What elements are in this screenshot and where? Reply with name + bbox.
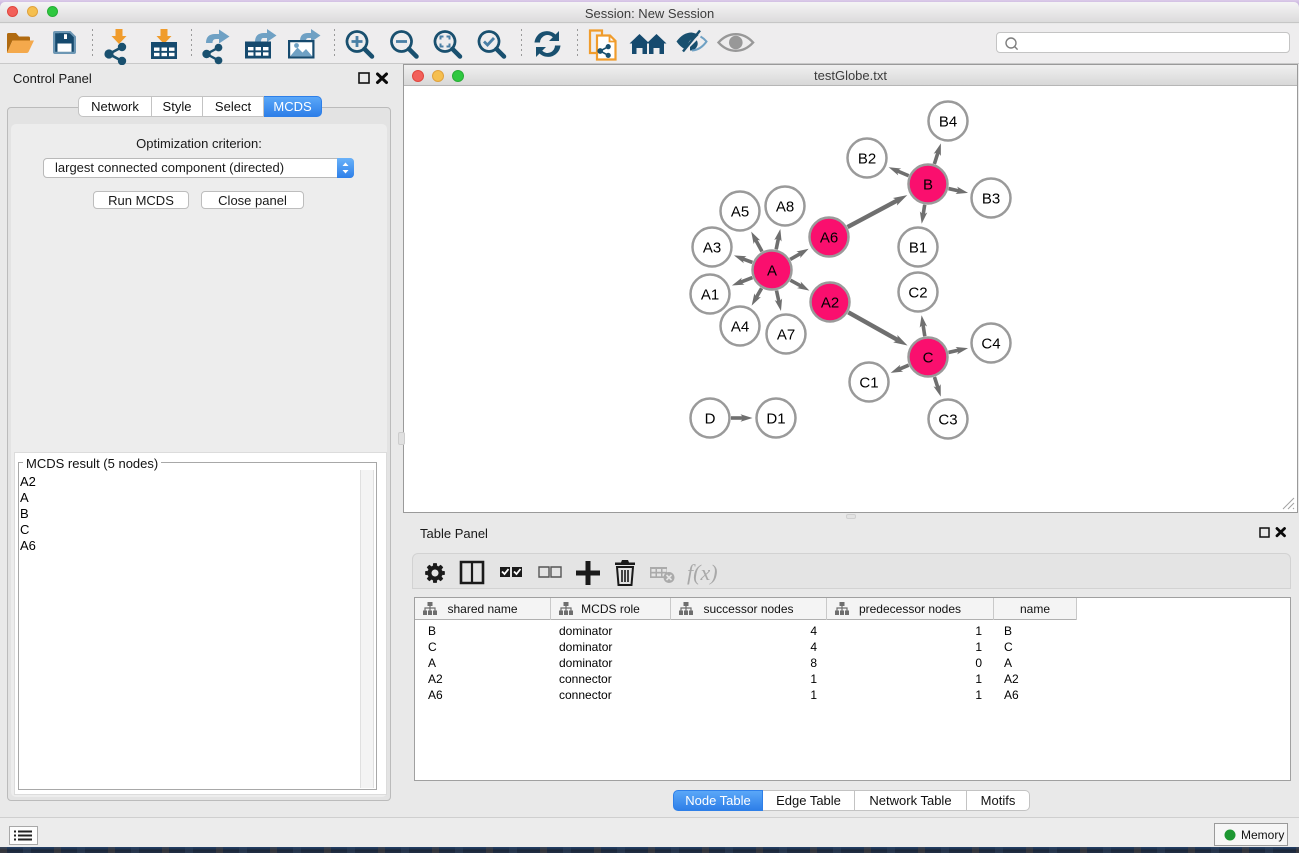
svg-text:D1: D1 xyxy=(766,411,785,428)
svg-text:A6: A6 xyxy=(820,230,838,247)
svg-text:D: D xyxy=(705,411,716,428)
svg-text:C: C xyxy=(923,350,934,367)
svg-text:A1: A1 xyxy=(701,287,719,304)
svg-text:C1: C1 xyxy=(859,375,878,392)
svg-text:B1: B1 xyxy=(909,240,927,257)
svg-text:B2: B2 xyxy=(858,151,876,168)
svg-text:A8: A8 xyxy=(776,199,794,216)
svg-text:A7: A7 xyxy=(777,327,795,344)
svg-text:A4: A4 xyxy=(731,319,749,336)
svg-text:C4: C4 xyxy=(981,336,1000,353)
svg-text:C3: C3 xyxy=(938,412,957,429)
svg-text:C2: C2 xyxy=(908,285,927,302)
svg-text:A3: A3 xyxy=(703,240,721,257)
svg-text:B4: B4 xyxy=(939,114,957,131)
svg-text:B: B xyxy=(923,177,933,194)
svg-text:f(x): f(x) xyxy=(687,560,718,585)
svg-text:A5: A5 xyxy=(731,204,749,221)
svg-text:B3: B3 xyxy=(982,191,1000,208)
svg-text:A2: A2 xyxy=(821,295,839,312)
svg-text:A: A xyxy=(767,263,777,280)
